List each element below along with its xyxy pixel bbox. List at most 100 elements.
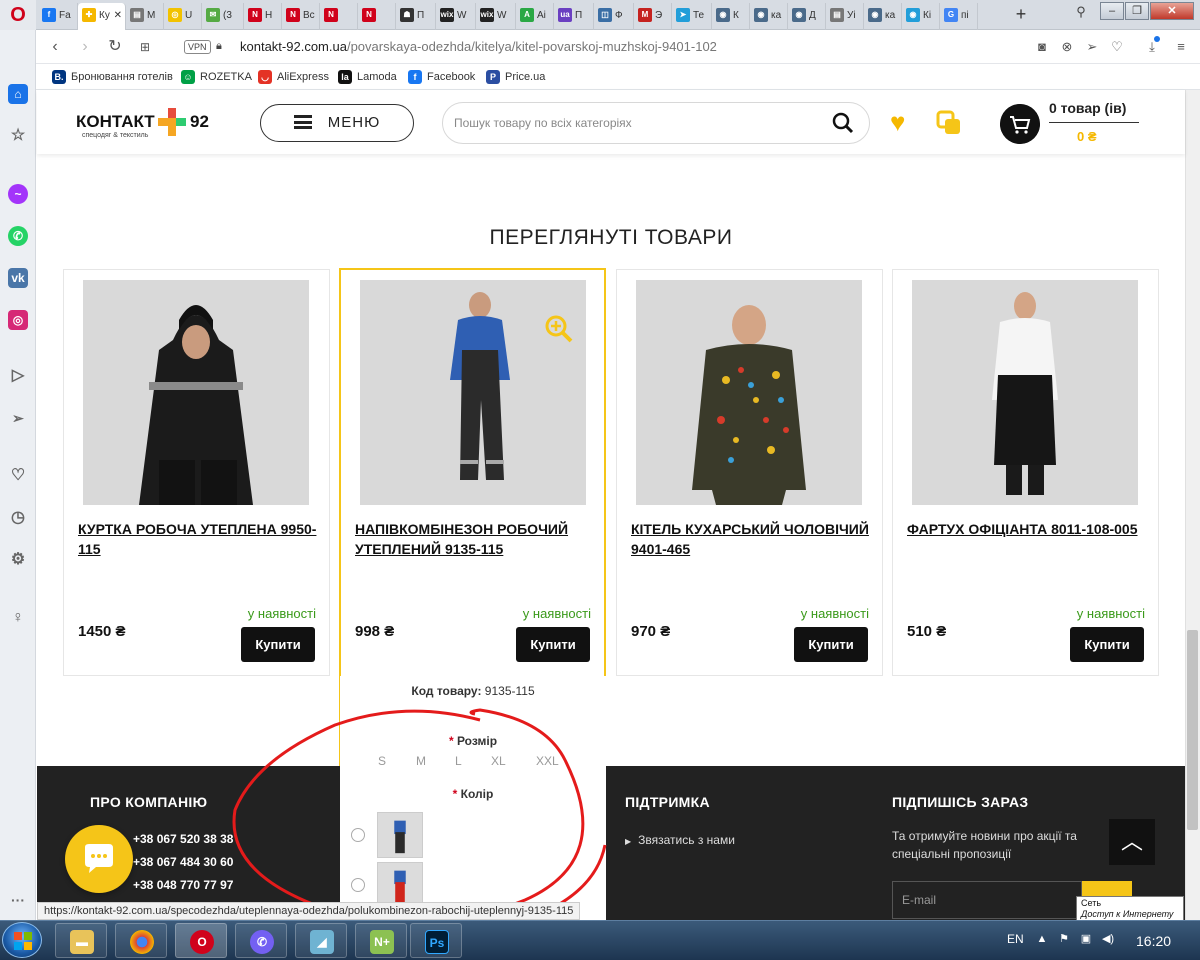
zoom-icon[interactable]	[544, 314, 574, 344]
product-image[interactable]	[912, 280, 1138, 505]
minimize-button[interactable]: –	[1100, 2, 1124, 20]
color-radio[interactable]	[351, 878, 365, 892]
size-option[interactable]: XXL	[536, 754, 559, 768]
lock-icon[interactable]: 🔒︎	[216, 40, 222, 53]
vpn-badge[interactable]: VPN	[184, 40, 211, 54]
browser-tab[interactable]: ◉ Д	[788, 3, 826, 30]
chat-widget-button[interactable]	[65, 825, 133, 893]
browser-tab[interactable]: ◫ Ф	[594, 3, 634, 30]
product-image[interactable]	[636, 280, 862, 505]
opera-menu-icon[interactable]: O	[0, 0, 36, 30]
taskbar-viber[interactable]: ✆	[235, 923, 287, 958]
more-icon[interactable]: ···	[8, 890, 28, 910]
bookmark-item[interactable]: la Lamoda	[338, 70, 397, 85]
tray-arrow-icon[interactable]: ▲	[1035, 932, 1049, 946]
maximize-button[interactable]: ❐	[1125, 2, 1149, 20]
browser-tab[interactable]: wix W	[436, 3, 476, 30]
speed-dial-icon[interactable]: ⌂	[8, 84, 28, 104]
footer-phone[interactable]: +38 067 520 38 38	[133, 832, 233, 846]
taskbar-explorer[interactable]: ▬	[55, 923, 107, 958]
url-field[interactable]: kontakt-92.com.ua/povarskaya-odezhda/kit…	[240, 39, 717, 54]
browser-tab[interactable]: ▤ Уі	[826, 3, 864, 30]
send-icon[interactable]: ➢	[1083, 38, 1101, 56]
browser-tab[interactable]: f Fa	[38, 3, 78, 30]
browser-tab[interactable]: ◉ Кі	[902, 3, 940, 30]
footer-phone[interactable]: +38 048 770 77 97	[133, 878, 233, 892]
block-ads-icon[interactable]: ⊗	[1058, 38, 1076, 56]
browser-tab[interactable]: ◉ К	[712, 3, 750, 30]
cart-icon[interactable]	[1000, 104, 1040, 144]
flow-icon[interactable]: ➢	[8, 408, 28, 428]
browser-tab[interactable]: ✉ (3	[202, 3, 244, 30]
search-input[interactable]: Пошук товару по всіх категоріях	[442, 102, 870, 144]
camera-icon[interactable]: ◙	[1033, 38, 1051, 56]
forward-icon[interactable]: ›	[74, 36, 96, 58]
browser-tab[interactable]: ☗ П	[396, 3, 436, 30]
browser-tab[interactable]: ✚ Ку ✕	[78, 3, 126, 30]
browser-tab[interactable]: N	[320, 3, 358, 30]
bookmark-item[interactable]: f Facebook	[408, 70, 475, 85]
volume-icon[interactable]: ◀)	[1101, 932, 1115, 946]
product-name[interactable]: ФАРТУХ ОФІЦІАНТА 8011-108-005	[907, 519, 1147, 539]
browser-tab[interactable]: ◎ U	[164, 3, 202, 30]
size-option[interactable]: XL	[491, 754, 506, 768]
product-name[interactable]: НАПІВКОМБІНЕЗОН РОБОЧИЙ УТЕПЛЕНИЙ 9135-1…	[355, 519, 595, 559]
size-option[interactable]: S	[378, 754, 386, 768]
heart-icon[interactable]: ♡	[8, 466, 28, 486]
buy-button[interactable]: Купити	[241, 627, 315, 662]
email-input[interactable]: E-mail	[892, 881, 1082, 919]
new-tab-button[interactable]: +	[1010, 3, 1032, 25]
browser-tab[interactable]: N Вс	[282, 3, 320, 30]
browser-tab[interactable]: wix W	[476, 3, 516, 30]
browser-tab[interactable]: ▤ М	[126, 3, 164, 30]
bookmark-item[interactable]: P Price.ua	[486, 70, 545, 85]
site-logo[interactable]: КОНТАКТ 92 спецодяг & текстиль	[76, 108, 216, 142]
product-card[interactable]: КУРТКА РОБОЧА УТЕПЛЕНА 9950-115 у наявно…	[63, 269, 330, 676]
size-option[interactable]: M	[416, 754, 426, 768]
bookmark-item[interactable]: ◡ AliExpress	[258, 70, 329, 85]
browser-tab[interactable]: N	[358, 3, 396, 30]
bookmark-heart-icon[interactable]: ♡	[1108, 38, 1126, 56]
taskbar-opera[interactable]: O	[175, 923, 227, 958]
vk-icon[interactable]: vk	[8, 268, 28, 288]
product-card[interactable]: ФАРТУХ ОФІЦІАНТА 8011-108-005 у наявност…	[892, 269, 1159, 676]
product-name[interactable]: КУРТКА РОБОЧА УТЕПЛЕНА 9950-115	[78, 519, 318, 559]
network-icon[interactable]: ▣	[1079, 932, 1093, 946]
clock[interactable]: 16:20	[1136, 933, 1171, 949]
language-indicator[interactable]: EN	[1007, 932, 1024, 946]
cart-count[interactable]: 0 товар (ів)	[1049, 100, 1126, 116]
lightbulb-icon[interactable]: ♀	[8, 608, 28, 628]
browser-tab[interactable]: ◉ ка	[864, 3, 902, 30]
back-icon[interactable]: ‹	[44, 36, 66, 58]
search-icon[interactable]	[832, 112, 854, 134]
scrollbar-thumb[interactable]	[1187, 630, 1198, 830]
bookmark-item[interactable]: ☺ ROZETKA	[181, 70, 252, 85]
browser-tab[interactable]: Gпі	[940, 3, 978, 30]
browser-tab[interactable]: MЭ	[634, 3, 672, 30]
menu-button[interactable]: МЕНЮ	[260, 104, 414, 142]
settings-gear-icon[interactable]: ⚙	[8, 550, 28, 570]
history-icon[interactable]: ◷	[8, 508, 28, 528]
browser-tab[interactable]: NН	[244, 3, 282, 30]
star-icon[interactable]: ☆	[8, 126, 28, 146]
easy-setup-icon[interactable]: ≡	[1172, 38, 1190, 56]
taskbar-photoshop[interactable]: Ps	[410, 923, 462, 958]
product-card[interactable]: КІТЕЛЬ КУХАРСЬКИЙ ЧОЛОВІЧИЙ 9401-465 у н…	[616, 269, 883, 676]
buy-button[interactable]: Купити	[1070, 627, 1144, 662]
tab-search-icon[interactable]: ⚲	[1072, 4, 1090, 22]
taskbar-app[interactable]: ◢	[295, 923, 347, 958]
close-window-button[interactable]: ✕	[1150, 2, 1194, 20]
start-button[interactable]	[2, 922, 42, 958]
wishlist-heart-icon[interactable]: ♥	[890, 109, 916, 135]
close-tab-icon[interactable]: ✕	[114, 3, 122, 28]
size-option[interactable]: L	[455, 754, 462, 768]
footer-phone[interactable]: +38 067 484 30 60	[133, 855, 233, 869]
product-name[interactable]: КІТЕЛЬ КУХАРСЬКИЙ ЧОЛОВІЧИЙ 9401-465	[631, 519, 871, 559]
scroll-to-top-button[interactable]: ︿	[1109, 819, 1155, 865]
messenger-icon[interactable]: ~	[8, 184, 28, 204]
compare-icon[interactable]	[936, 110, 962, 136]
instagram-icon[interactable]: ◎	[8, 310, 28, 330]
buy-button[interactable]: Купити	[794, 627, 868, 662]
product-image[interactable]	[83, 280, 309, 505]
reload-icon[interactable]: ↻	[104, 36, 126, 58]
